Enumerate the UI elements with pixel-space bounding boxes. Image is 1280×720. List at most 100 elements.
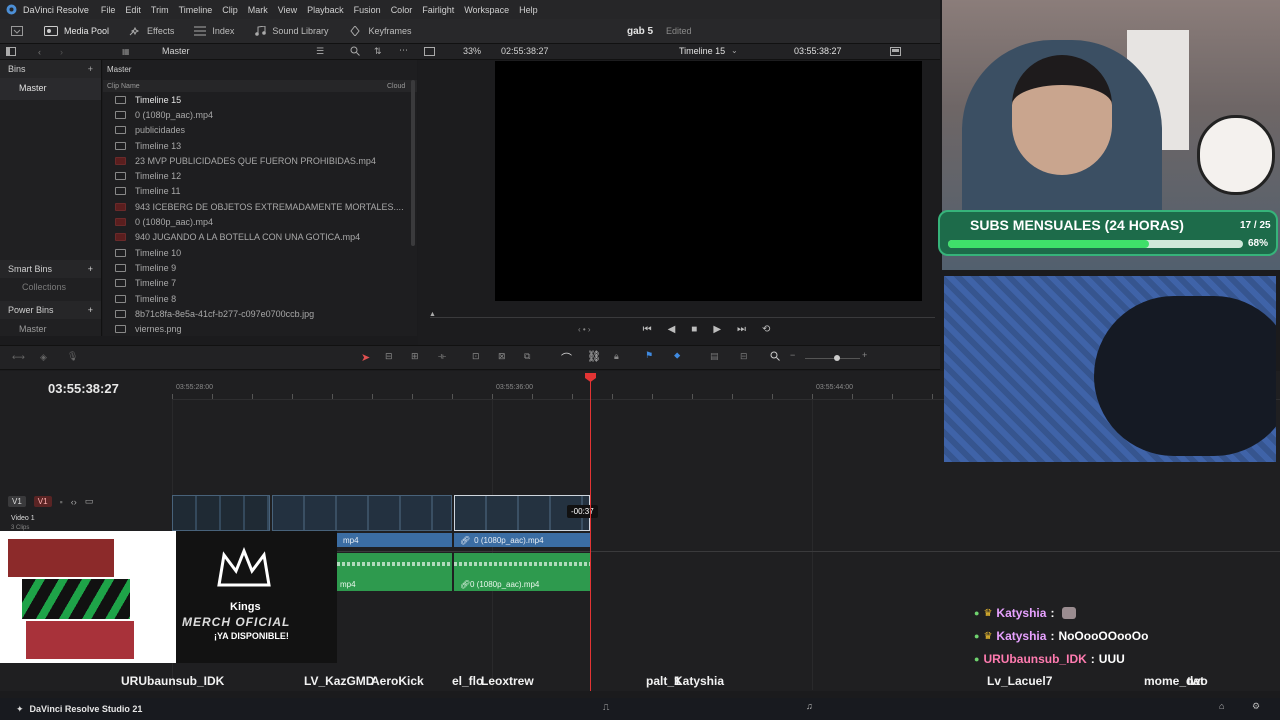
zoom-detail-icon[interactable]: ⊟	[740, 351, 748, 362]
menu-help[interactable]: Help	[519, 5, 538, 15]
davinci-taskbar-icon[interactable]: ✦	[16, 704, 24, 715]
skip-start-icon[interactable]: ⏮	[643, 324, 652, 335]
menu-file[interactable]: File	[101, 5, 116, 15]
audio-clip-a[interactable]: mp4	[337, 553, 452, 591]
sound-library-button[interactable]: Sound Library	[244, 19, 338, 44]
clip-row[interactable]: 0 (1080p_aac).mp4	[103, 107, 417, 122]
clip-row[interactable]: 943 ICEBERG DE OBJETOS EXTREMADAMENTE MO…	[103, 199, 417, 214]
selection-tool-icon[interactable]: ➤	[361, 351, 370, 364]
v1-source-patch[interactable]: V1	[8, 496, 26, 507]
stop-icon[interactable]: ■	[691, 324, 697, 335]
v1-track-label[interactable]: V1	[33, 496, 52, 507]
dynamic-trim-icon[interactable]: ⊞	[411, 351, 419, 362]
clip-row[interactable]: 23 MVP PUBLICIDADES QUE FUERON PROHIBIDA…	[103, 153, 417, 168]
zoom-slider[interactable]	[805, 358, 860, 359]
back-icon[interactable]: ‹	[38, 47, 41, 57]
trim-tool-icon[interactable]: ⊟	[385, 351, 393, 362]
audio-clip-b[interactable]: 🔗︎ 0 (1080p_aac).mp4	[454, 553, 590, 591]
clip-row[interactable]: Timeline 13	[103, 138, 417, 153]
sort-icon[interactable]: ⇅	[374, 46, 382, 57]
sidebar-icon[interactable]	[6, 47, 16, 56]
power-bins-header[interactable]: Power Bins +	[0, 301, 101, 319]
menu-playback[interactable]: Playback	[307, 5, 344, 15]
chevron-down-icon[interactable]: ⌄	[731, 46, 738, 55]
overwrite-clip-icon[interactable]: ⊠	[498, 351, 506, 362]
clip-row[interactable]: 0 (1080p_aac).mp4	[103, 214, 417, 229]
clip-row[interactable]: Timeline 12	[103, 168, 417, 183]
clip-row[interactable]: publicidades	[103, 123, 417, 138]
viewer-screen[interactable]	[495, 61, 922, 301]
menu-fusion[interactable]: Fusion	[354, 5, 381, 15]
clip-row[interactable]: Timeline 11	[103, 184, 417, 199]
menu-color[interactable]: Color	[391, 5, 413, 15]
taskbar-app-label[interactable]: DaVinci Resolve Studio 21	[30, 704, 143, 714]
clip-label-a[interactable]: mp4	[337, 533, 452, 547]
viewer-layout-icon[interactable]	[424, 47, 435, 56]
collections-item[interactable]: Collections	[22, 282, 66, 292]
clip-row[interactable]: 940 JUGANDO A LA BOTELLA CON UNA GOTICA.…	[103, 230, 417, 245]
list-view-icon[interactable]: ☰	[316, 46, 324, 57]
clip-display-icon[interactable]	[890, 47, 901, 56]
menu-trim[interactable]: Trim	[151, 5, 169, 15]
skip-end-icon[interactable]: ⏭	[737, 324, 746, 335]
col-clip-name[interactable]: Clip Name	[107, 83, 387, 90]
marker-icon[interactable]: ⬥	[674, 350, 680, 361]
panel-toggle-icon[interactable]	[0, 26, 34, 36]
layout-icon[interactable]: ⟷	[12, 352, 25, 363]
zoom-level[interactable]: 33%	[463, 46, 481, 56]
track-visibility-icon[interactable]: ▭	[85, 496, 94, 507]
clip-row[interactable]: Timeline 7	[103, 276, 417, 291]
menu-timeline[interactable]: Timeline	[179, 5, 213, 15]
snapping-icon[interactable]: ⌒	[561, 350, 572, 366]
media-pool-button[interactable]: Media Pool	[34, 19, 119, 44]
index-button[interactable]: Index	[184, 19, 244, 44]
clip-row[interactable]: Timeline 10	[103, 245, 417, 260]
video-clip-2[interactable]	[272, 495, 452, 531]
clip-row[interactable]: viernes.png	[103, 321, 417, 336]
scrubber-line[interactable]	[430, 317, 935, 318]
grid-view-icon[interactable]: ▦	[122, 47, 130, 56]
zoom-slider-knob[interactable]	[834, 355, 840, 361]
mixer-icon[interactable]: ◈	[40, 352, 47, 363]
clip-list-scrollbar[interactable]	[411, 80, 415, 246]
menu-view[interactable]: View	[278, 5, 297, 15]
menu-edit[interactable]: Edit	[125, 5, 141, 15]
clip-row[interactable]: Timeline 15	[103, 92, 417, 107]
add-smart-bin-icon[interactable]: +	[88, 264, 93, 274]
replace-clip-icon[interactable]: ⧉	[524, 351, 530, 362]
video-clip-1[interactable]	[172, 495, 270, 531]
clip-breadcrumb[interactable]: Master	[103, 60, 417, 80]
smart-bins-header[interactable]: Smart Bins +	[0, 260, 101, 278]
forward-icon[interactable]: ›	[60, 47, 63, 57]
clip-row[interactable]: 8b71c8fa-8e5a-41cf-b277-c097e0700ccb.jpg	[103, 306, 417, 321]
taskbar-app-icon[interactable]: ⎍	[603, 702, 609, 713]
clip-row[interactable]: Timeline 8	[103, 291, 417, 306]
davinci-logo-icon[interactable]	[6, 4, 17, 15]
zoom-in-icon[interactable]: +	[862, 350, 867, 360]
clip-row[interactable]: Timeline 9	[103, 260, 417, 275]
mic-icon[interactable]: 🎙	[67, 351, 78, 362]
loop-icon[interactable]: ⟲	[762, 324, 770, 335]
zoom-full-icon[interactable]: ▤	[710, 351, 719, 362]
auto-select-icon[interactable]: ‹›	[71, 497, 77, 507]
lock-track-icon[interactable]: ▪	[60, 497, 63, 507]
menu-workspace[interactable]: Workspace	[464, 5, 509, 15]
effects-button[interactable]: Effects	[119, 19, 184, 44]
jog-left-icon[interactable]: ‹ • ›	[578, 325, 591, 334]
zoom-icon[interactable]	[770, 351, 780, 361]
menu-clip[interactable]: Clip	[222, 5, 238, 15]
bin-master[interactable]: Master	[0, 78, 101, 100]
add-power-bin-icon[interactable]: +	[88, 305, 93, 315]
power-bin-master[interactable]: Master	[19, 324, 47, 334]
taskbar-home-icon[interactable]: ⌂	[1219, 701, 1224, 711]
timeline-selector[interactable]: Timeline 15	[679, 46, 725, 56]
search-icon[interactable]	[350, 46, 360, 56]
insert-clip-icon[interactable]: ⊡	[472, 351, 480, 362]
blade-tool-icon[interactable]: ⟛	[438, 351, 446, 362]
taskbar-settings-icon[interactable]: ⚙	[1252, 701, 1260, 712]
play-icon[interactable]: ▶	[713, 324, 721, 335]
keyframes-button[interactable]: Keyframes	[338, 19, 421, 44]
taskbar-music-icon[interactable]: ♫	[806, 701, 813, 711]
zoom-out-icon[interactable]: −	[790, 350, 795, 360]
add-bin-icon[interactable]: +	[88, 64, 93, 74]
